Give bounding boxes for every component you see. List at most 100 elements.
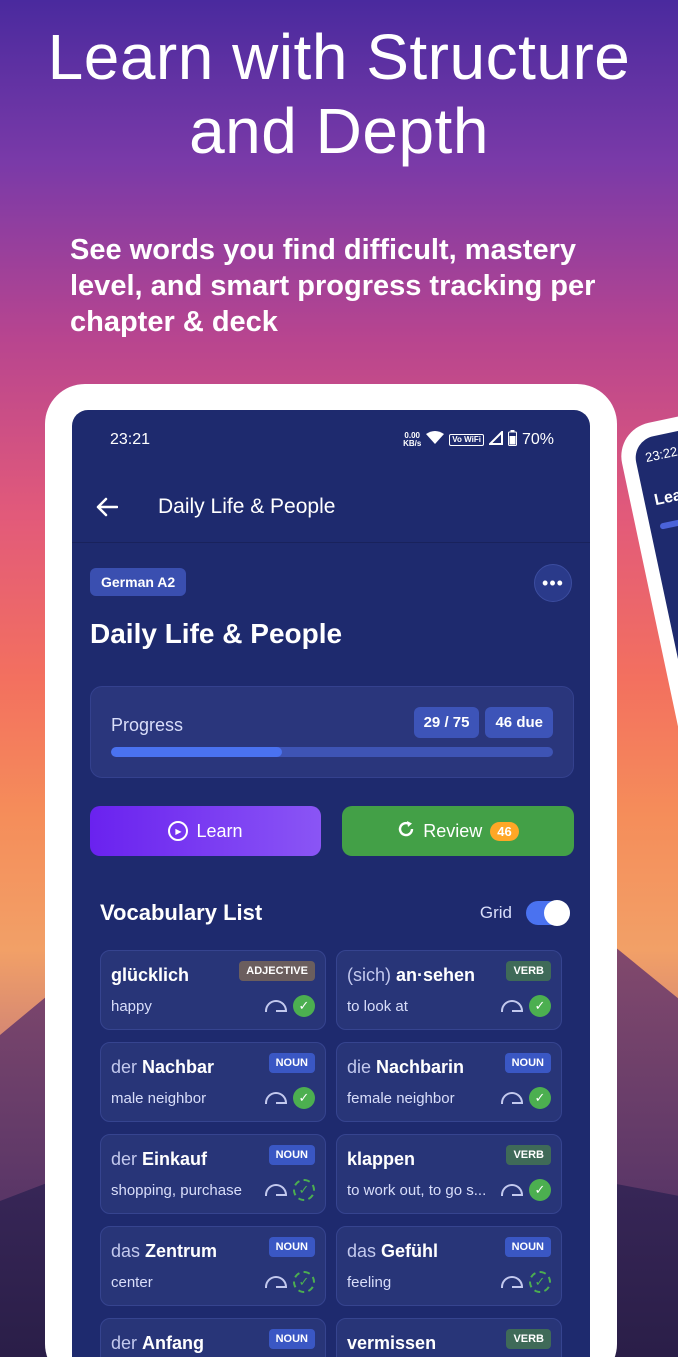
check-circle-icon: ✓ xyxy=(293,1087,315,1109)
progress-count-pill: 29 / 75 xyxy=(413,707,480,738)
vocab-article: das xyxy=(111,1241,146,1261)
review-button-label: Review xyxy=(423,820,483,841)
vocab-grid: glücklich ADJECTIVE happy ✓ (sich) an·sehen V… xyxy=(100,950,562,1357)
vocab-meaning: male neighbor xyxy=(111,1090,207,1107)
vocab-term: Nachbarin xyxy=(376,1057,465,1077)
vocab-card[interactable]: (sich) an·sehen VERB to look at ✓ xyxy=(336,950,562,1030)
learn-button[interactable]: ▶ Learn xyxy=(90,806,321,856)
vocab-article: der xyxy=(111,1149,143,1169)
vocab-term: klappen xyxy=(347,1149,416,1169)
gauge-icon xyxy=(265,1000,287,1012)
subline: See words you find difficult, mastery le… xyxy=(70,234,596,338)
app-screen: 23:21 0.00 KB/s Vo WiFi 70% Daily Life &… xyxy=(72,410,590,1357)
progress-label: Progress xyxy=(111,715,184,735)
word-type-tag: NOUN xyxy=(268,1237,315,1257)
progress-bar-fill xyxy=(111,747,283,757)
word-type-tag: NOUN xyxy=(268,1329,315,1349)
word-type-tag: NOUN xyxy=(504,1237,551,1257)
gauge-icon xyxy=(265,1184,287,1196)
course-chip[interactable]: German A2 xyxy=(90,568,187,596)
check-circle-icon: ✓ xyxy=(293,1179,315,1201)
play-circle-icon: ▶ xyxy=(168,821,189,841)
vocab-card[interactable]: glücklich ADJECTIVE happy ✓ xyxy=(100,950,326,1030)
word-type-tag: VERB xyxy=(506,1145,551,1165)
network-speed: 0.00 KB/s xyxy=(403,431,422,448)
check-circle-icon: ✓ xyxy=(293,1271,315,1293)
secondary-phone-mockup: 23:22 Learn xyxy=(615,388,678,822)
grid-toggle[interactable] xyxy=(526,900,570,926)
vocab-card[interactable]: die Nachbarin NOUN female neighbor ✓ xyxy=(336,1042,562,1122)
signal-icon xyxy=(487,429,503,450)
gauge-icon xyxy=(501,1184,523,1196)
phone2-time: 23:22 xyxy=(643,443,678,466)
check-circle-icon: ✓ xyxy=(529,1087,551,1109)
vocab-card[interactable]: klappen VERB to work out, to go s... ✓ xyxy=(336,1134,562,1214)
vocab-meaning: to work out, to go s... xyxy=(347,1182,487,1199)
word-type-tag: NOUN xyxy=(504,1053,551,1073)
vocab-term: Anfang xyxy=(142,1333,205,1353)
status-bar: 23:21 0.00 KB/s Vo WiFi 70% xyxy=(110,428,554,452)
vocab-meaning: to look at xyxy=(347,998,408,1015)
phone2-progress xyxy=(659,515,678,530)
due-count-pill: 46 due xyxy=(485,707,553,738)
vocab-article: die xyxy=(347,1057,377,1077)
review-due-badge: 46 xyxy=(490,821,519,841)
phone2-title: Learn xyxy=(652,483,678,510)
vocab-meaning: feeling xyxy=(347,1274,392,1291)
arrow-left-icon[interactable] xyxy=(92,492,122,522)
vocab-article: (sich) xyxy=(347,965,396,985)
word-type-tag: ADJECTIVE xyxy=(239,961,315,981)
vocab-term: glücklich xyxy=(111,965,190,985)
refresh-icon xyxy=(397,820,415,843)
word-type-tag: NOUN xyxy=(268,1053,315,1073)
word-type-tag: VERB xyxy=(506,961,551,981)
word-type-tag: VERB xyxy=(506,1329,551,1349)
headline: Learn with Structure and Depth xyxy=(47,21,631,167)
gauge-icon xyxy=(501,1092,523,1104)
vocab-card[interactable]: vermissenVERB✓ xyxy=(336,1318,562,1357)
review-button[interactable]: Review 46 xyxy=(342,806,574,856)
vocab-article: der xyxy=(111,1333,143,1353)
vocab-title: Vocabulary List xyxy=(100,900,263,925)
status-time: 23:21 xyxy=(110,431,151,448)
phone-mockup: 23:21 0.00 KB/s Vo WiFi 70% Daily Life &… xyxy=(45,384,617,1357)
gauge-icon xyxy=(265,1092,287,1104)
gauge-icon xyxy=(265,1276,287,1288)
deck-title: Daily Life & People xyxy=(90,618,343,649)
vowifi-icon: Vo WiFi xyxy=(449,434,484,446)
vocab-term: an·sehen xyxy=(396,965,476,985)
word-type-tag: NOUN xyxy=(268,1145,315,1165)
vocab-term: vermissen xyxy=(347,1333,437,1353)
vocab-term: Gefühl xyxy=(381,1241,439,1261)
learn-button-label: Learn xyxy=(196,820,243,841)
vocab-card[interactable]: der AnfangNOUN✓ xyxy=(100,1318,326,1357)
vocab-meaning: female neighbor xyxy=(347,1090,455,1107)
vocab-term: Zentrum xyxy=(145,1241,218,1261)
wifi-icon xyxy=(426,430,445,450)
progress-card: Progress 29 / 75 46 due xyxy=(90,686,574,778)
check-circle-icon: ✓ xyxy=(293,995,315,1017)
vocab-card[interactable]: das Gefühl NOUN feeling ✓ xyxy=(336,1226,562,1306)
vocab-card[interactable]: das Zentrum NOUN center ✓ xyxy=(100,1226,326,1306)
progress-bar xyxy=(111,747,553,757)
check-circle-icon: ✓ xyxy=(529,1179,551,1201)
vocab-article: das xyxy=(347,1241,382,1261)
vocab-meaning: happy xyxy=(111,998,152,1015)
battery-icon xyxy=(507,429,517,451)
vocab-meaning: shopping, purchase xyxy=(111,1182,242,1199)
vocab-term: Einkauf xyxy=(142,1149,208,1169)
vocab-card[interactable]: der Nachbar NOUN male neighbor ✓ xyxy=(100,1042,326,1122)
vocab-card[interactable]: der Einkauf NOUN shopping, purchase ✓ xyxy=(100,1134,326,1214)
check-circle-icon: ✓ xyxy=(529,1271,551,1293)
grid-toggle-label: Grid xyxy=(479,903,512,922)
gauge-icon xyxy=(501,1276,523,1288)
more-options-button[interactable]: ••• xyxy=(534,564,572,602)
vocab-header: Vocabulary List Grid xyxy=(100,900,570,926)
app-bar-title: Daily Life & People xyxy=(158,495,336,518)
check-circle-icon: ✓ xyxy=(529,995,551,1017)
app-bar-divider xyxy=(72,542,590,543)
vocab-term: Nachbar xyxy=(142,1057,215,1077)
vocab-meaning: center xyxy=(111,1274,153,1291)
app-bar: Daily Life & People xyxy=(92,482,570,532)
gauge-icon xyxy=(501,1000,523,1012)
